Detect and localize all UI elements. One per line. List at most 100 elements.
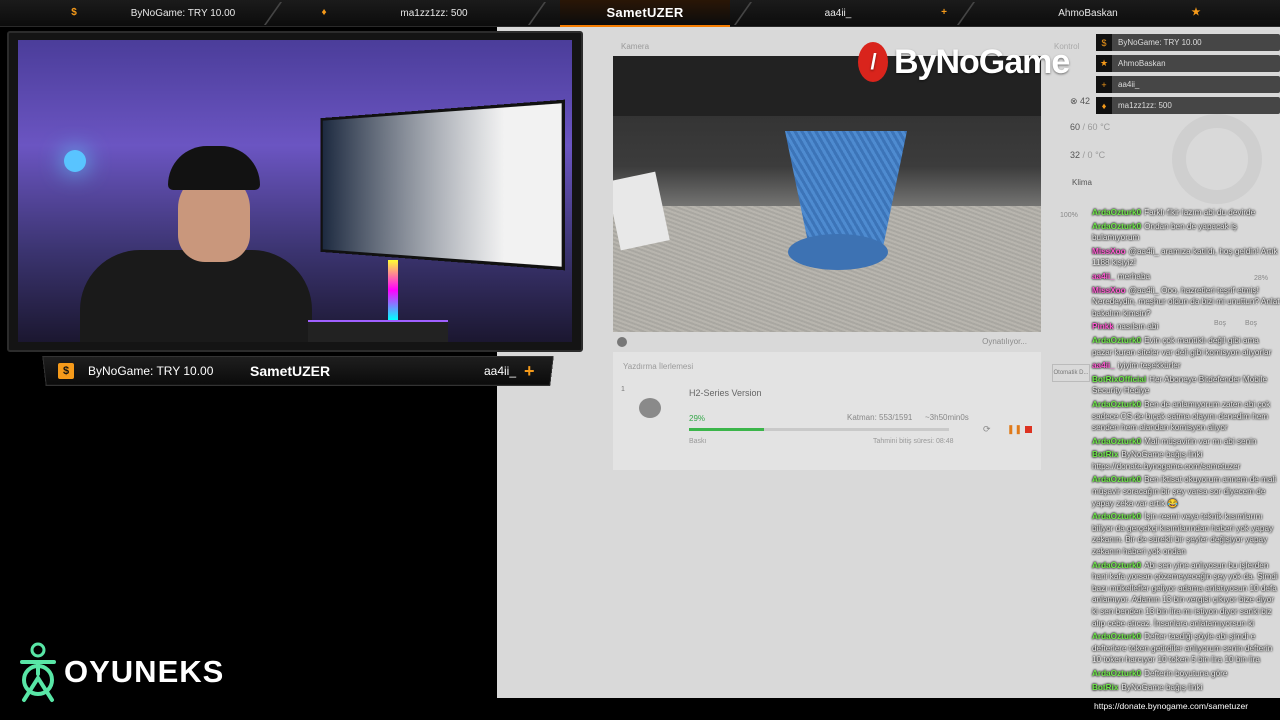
chat-username[interactable]: ArdaOzturk0: [1092, 437, 1141, 446]
klima-label: Klima: [1072, 178, 1093, 187]
chat-text: Abi sen yine anlıyosun bu işlerden hani …: [1092, 560, 1278, 628]
oyuneks-mascot-icon: [20, 642, 56, 702]
chat-message: aa4ii_ iyiyim teşekkürler: [1092, 360, 1280, 372]
chamber-temp: 32 / 0 °C: [1070, 150, 1106, 160]
alert-item: + aa4ii_: [1096, 76, 1280, 93]
chat-message: aa4ii_ merhaba: [1092, 271, 1280, 283]
chat-message: BotRixOfficial Her Aboneye Bitdefender Mo…: [1092, 374, 1280, 397]
webcam-info-bar-content: $ ByNoGame: TRY 10.00 SametUZER aa4ii_ +: [44, 356, 552, 386]
chat-username[interactable]: MissXoo: [1092, 286, 1126, 295]
oyuneks-wordmark: OYUNEKS: [64, 654, 225, 689]
chat-username[interactable]: ArdaOzturk0: [1092, 475, 1141, 484]
chat-username[interactable]: BotRix: [1092, 450, 1118, 459]
person-cap: [168, 146, 260, 190]
webcam-feed: [18, 40, 572, 342]
job-index: 1: [621, 386, 625, 393]
separator: [733, 2, 753, 25]
alert-item: ♦ ma1zz1zz: 500: [1096, 97, 1280, 114]
dollar-icon: $: [1096, 34, 1112, 51]
alert-item: $ ByNoGame: TRY 10.00: [1096, 34, 1280, 51]
chat-username[interactable]: ArdaOzturk0: [1092, 561, 1141, 570]
chat-message: MissXoo @aa4ii_ Ooo, hazretleri teşrif et…: [1092, 285, 1280, 320]
auto-button[interactable]: Otomatik D...: [1052, 364, 1090, 382]
chat-message: ArdaOzturk0 Defter tasdiği şöyle abi şimd…: [1092, 631, 1280, 666]
chat-message: ArdaOzturk0 Defterin boyutuna göre: [1092, 668, 1280, 680]
dollar-icon: $: [58, 363, 74, 379]
flame-icon: ♦: [321, 7, 327, 18]
chat-text: iyiyim teşekkürler: [1117, 361, 1181, 371]
chat-username[interactable]: BotRixOfficial: [1092, 375, 1146, 384]
chat-username[interactable]: ArdaOzturk0: [1092, 512, 1141, 521]
keyboard: [308, 320, 448, 342]
chat-message: ArdaOzturk0 İşin resmi veya teknik kısıml…: [1092, 511, 1280, 557]
chat-text: nasılsın abi: [1116, 322, 1159, 332]
chat-text: Mali müşavirin var mı abi senin: [1144, 436, 1257, 446]
streamer-name: SametUZER: [560, 0, 730, 27]
stream-overlay: $ ByNoGame: TRY 10.00 ♦ ma1zz1zz: 500 Sa…: [0, 0, 1280, 720]
donation-text: ByNoGame: TRY 10.00: [88, 364, 214, 378]
chat-message: ArdaOzturk0 Ben de anlamıyorum zaten abi …: [1092, 399, 1280, 434]
plus-icon: +: [524, 360, 535, 381]
chat-text: merhaba: [1117, 271, 1151, 281]
chat-username[interactable]: ArdaOzturk0: [1092, 400, 1141, 409]
record-icon[interactable]: [617, 337, 627, 347]
chat-message: ArdaOzturk0 Mali müşavirin var mı abi sen…: [1092, 436, 1280, 448]
follower-text: aa4ii_: [483, 364, 516, 378]
chat-username[interactable]: ArdaOzturk0: [1092, 632, 1141, 641]
logo-text: ByNoGame: [894, 42, 1070, 81]
chat-username[interactable]: aa4ii_: [1092, 361, 1115, 370]
refresh-icon[interactable]: ⟳: [983, 424, 991, 435]
chat-message: BotRix ByNoGame bağış linki https://donat…: [1092, 449, 1280, 472]
dollar-icon: $: [71, 7, 77, 18]
star-icon: ★: [1096, 55, 1112, 72]
chat-message: BotRix ByNoGame bağış linki: [1092, 682, 1280, 694]
donate-link[interactable]: https://donate.bynogame.com/sametuzer: [1094, 701, 1248, 711]
play-status: Oynatılıyor...: [982, 337, 1027, 346]
plus-icon: +: [1096, 76, 1112, 93]
person-body: [80, 250, 312, 342]
separator: [263, 2, 283, 25]
chat-message: ArdaOzturk0 Evin çok mantıklı değil gibi …: [1092, 335, 1280, 358]
chat-username[interactable]: aa4ii_: [1092, 272, 1115, 281]
chat-username[interactable]: MissXoo: [1092, 247, 1126, 256]
queue-title: Yazdırma İlerlemesi: [623, 362, 694, 371]
progress-fill: [689, 428, 765, 431]
rgb-light: [388, 260, 398, 320]
ticker-item: ma1zz1zz: 500: [400, 8, 468, 19]
move-pad[interactable]: [1172, 114, 1262, 204]
chat-text: ByNoGame bağış linki: [1121, 682, 1203, 692]
chat-message: ArdaOzturk0 Ondan ben de yapacak iş bulam…: [1092, 221, 1280, 244]
stop-icon[interactable]: [1025, 426, 1032, 433]
camera-status-row: Oynatılıyor...: [613, 335, 1041, 349]
streamer-name: SametUZER: [250, 363, 331, 379]
monitor: [320, 99, 566, 271]
chat-username[interactable]: ArdaOzturk0: [1092, 222, 1141, 231]
toolhead: [613, 171, 670, 251]
time-left: ~3h50min0s: [925, 413, 969, 422]
bed-temp: 60 / 60 °C: [1070, 122, 1111, 132]
chat-username[interactable]: BotRix: [1092, 683, 1118, 692]
job-type: Baskı: [689, 438, 707, 445]
progress-track: [689, 428, 949, 431]
chat-username[interactable]: ArdaOzturk0: [1092, 208, 1141, 217]
lamp-light: [64, 150, 86, 172]
print-task-card: Yazdırma İlerlemesi 1 H2-Series Version …: [613, 352, 1041, 470]
chat-message: ArdaOzturk0 Abi sen yine anlıyosun bu işl…: [1092, 560, 1280, 630]
pause-icon[interactable]: ❚❚: [1007, 424, 1022, 435]
nozzle-temp: ⊗ 42: [1070, 96, 1091, 106]
chat-username[interactable]: ArdaOzturk0: [1092, 336, 1141, 345]
bynogame-logo: / ByNoGame: [858, 40, 1070, 84]
fan-percent: 100%: [1060, 212, 1078, 219]
alert-list: $ ByNoGame: TRY 10.00 ★ AhmoBaskan + aa4ii_…: [1096, 34, 1280, 118]
chat-log: ArdaOzturk0 Farklı fikir lazım abi du dev…: [1092, 207, 1280, 713]
bynogame-mark-icon: /: [858, 42, 888, 82]
camera-label: Kamera: [621, 42, 650, 51]
ticker-item: ByNoGame: TRY 10.00: [130, 8, 236, 19]
chat-username[interactable]: Pinkk: [1092, 322, 1114, 331]
printer-camera-feed: [613, 56, 1041, 332]
alert-item: ★ AhmoBaskan: [1096, 55, 1280, 72]
progress-text: 29%: [689, 414, 706, 423]
chat-username[interactable]: ArdaOzturk0: [1092, 669, 1141, 678]
chat-text: Farklı fikir lazım abi du devirde: [1144, 208, 1256, 217]
top-ticker-bar: $ ByNoGame: TRY 10.00 ♦ ma1zz1zz: 500 Sa…: [0, 0, 1280, 27]
